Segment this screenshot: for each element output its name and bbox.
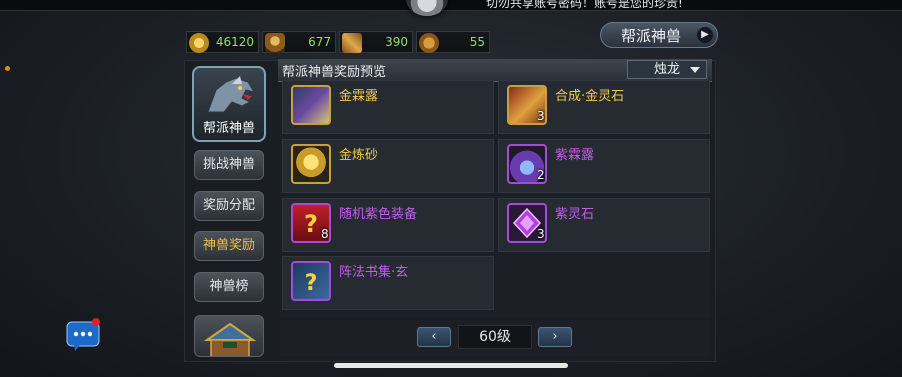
svg-text:?: ?: [305, 271, 318, 296]
reward-item[interactable]: 金霖露: [282, 80, 494, 134]
side-tab-guild-beast[interactable]: 帮派神兽: [192, 66, 266, 142]
reward-item[interactable]: ? 阵法书集·玄: [282, 256, 494, 310]
reward-name: 紫灵石: [555, 207, 595, 222]
side-item-beast-rewards[interactable]: 神兽奖励: [194, 231, 264, 261]
side-item-beast-ranking[interactable]: 神兽榜: [194, 272, 264, 302]
top-status-bar: [0, 0, 902, 11]
currency-value: 677: [308, 35, 331, 49]
scroll-token-icon: [419, 33, 439, 53]
reward-quantity: 2: [537, 168, 545, 182]
reward-item[interactable]: 紫霖露 2: [498, 139, 710, 193]
reward-item[interactable]: 金炼砂: [282, 139, 494, 193]
reward-name: 随机紫色装备: [339, 207, 418, 222]
level-display: 60级: [458, 325, 532, 349]
reward-name: 金霖露: [339, 89, 379, 104]
beast-title-button[interactable]: 帮派神兽 ▶: [600, 22, 718, 48]
formation-book-icon: ?: [291, 261, 331, 301]
notification-dot: [5, 66, 10, 71]
svg-text:?: ?: [304, 210, 318, 238]
reward-name: 金炼砂: [339, 148, 379, 163]
currency-swords: 390: [339, 31, 413, 53]
reward-name: 紫霖露: [555, 148, 595, 163]
shrine-icon: [203, 322, 257, 356]
side-item-reward-distribution[interactable]: 奖励分配: [194, 191, 264, 221]
gold-coin-icon: [189, 33, 209, 53]
currency-helmet: 677: [262, 31, 336, 53]
announcement-marquee: 切勿共享账号密码！账号是您的珍贵!: [486, 0, 683, 10]
currency-bar: 46120 677 390 55: [186, 31, 496, 53]
dropdown-value: 烛龙: [654, 62, 681, 77]
currency-gold: 46120: [186, 31, 259, 53]
currency-value: 46120: [215, 35, 254, 49]
play-arrow-icon: ▶: [697, 27, 713, 43]
currency-scroll: 55: [416, 31, 490, 53]
beast-title-label: 帮派神兽: [621, 26, 682, 45]
reward-panel-header: 帮派神兽奖励预览 烛龙: [278, 59, 712, 82]
home-indicator[interactable]: [334, 363, 568, 368]
dragon-beast-icon: [207, 76, 256, 113]
beast-select-dropdown[interactable]: 烛龙: [627, 60, 707, 79]
reward-item[interactable]: 合成·金灵石 3: [498, 80, 710, 134]
side-tab-label: 帮派神兽: [202, 121, 255, 136]
crossed-swords-icon: [342, 33, 362, 53]
side-item-shrine[interactable]: [194, 315, 264, 357]
reward-item[interactable]: 紫灵石 3: [498, 198, 710, 252]
next-level-button[interactable]: ›: [538, 327, 572, 347]
gold-sand-icon: [291, 144, 331, 184]
chevron-down-icon: [690, 67, 700, 73]
reward-quantity: 3: [537, 227, 545, 241]
side-item-challenge[interactable]: 挑战神兽: [194, 150, 264, 180]
reward-name: 合成·金灵石: [555, 89, 625, 104]
helmet-token-icon: [265, 33, 285, 53]
question-mark-icon: ?: [305, 271, 318, 296]
currency-value: 55: [469, 35, 485, 49]
currency-value: 390: [385, 35, 408, 49]
top-menu-orb[interactable]: [406, 0, 448, 16]
reward-name: 阵法书集·玄: [339, 265, 409, 280]
prev-level-button[interactable]: ‹: [417, 327, 451, 347]
chat-notification-dot: [92, 318, 100, 326]
reward-quantity: 3: [537, 109, 545, 123]
chat-bubble-icon[interactable]: [66, 318, 104, 352]
panel-title: 帮派神兽奖励预览: [282, 65, 387, 80]
reward-quantity: 8: [321, 227, 329, 241]
reward-item[interactable]: ? 随机紫色装备 8: [282, 198, 494, 252]
potion-scroll-icon: [291, 85, 331, 125]
